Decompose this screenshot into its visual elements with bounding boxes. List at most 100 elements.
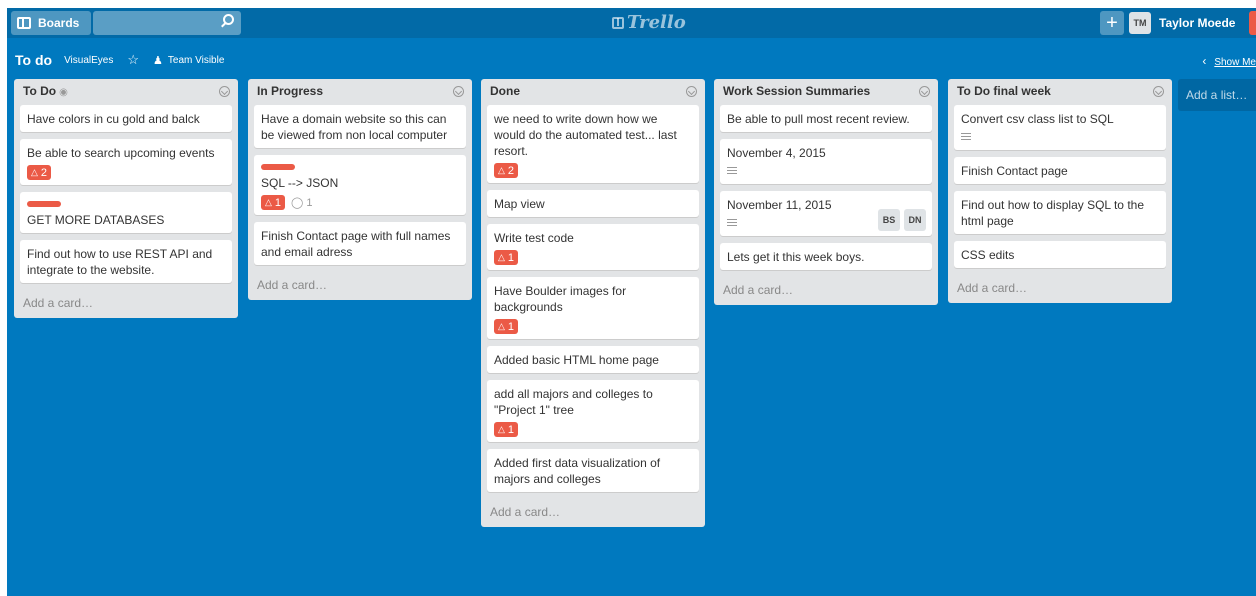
list-header[interactable]: Done [487,79,699,105]
add-button[interactable]: + [1100,11,1124,35]
card-title: Finish Contact page [961,164,1068,178]
card-title: GET MORE DATABASES [27,213,165,227]
list-title[interactable]: Done [490,84,520,98]
show-menu-link[interactable]: ‹ Show Me [1202,54,1256,68]
card[interactable]: GET MORE DATABASES [20,192,232,233]
card-title: Be able to pull most recent review. [727,112,910,126]
card-title: Be able to search upcoming events [27,146,215,160]
list-menu-icon[interactable] [453,86,464,97]
top-header: Boards Trello + TM Taylor Moede [7,8,1256,38]
comment-count: 1 [306,197,313,209]
card[interactable]: add all majors and colleges to "Project … [487,380,699,442]
card-title: November 4, 2015 [727,146,826,160]
card[interactable]: Lets get it this week boys. [720,243,932,270]
description-icon [961,133,971,142]
list-header[interactable]: In Progress [254,79,466,105]
description-icon [727,167,737,176]
team-visibility[interactable]: Team Visible [168,55,225,66]
card-badges: △ 1 [494,250,692,265]
add-card-button[interactable]: Add a card… [954,275,1166,303]
card[interactable]: SQL --> JSON △ 1 ◯ 1 [254,155,466,215]
board-canvas: Boards Trello + TM Taylor Moede To do Vi… [7,8,1256,596]
card-title: Finish Contact page with full names and … [261,229,451,259]
card[interactable]: Map view [487,190,699,217]
due-badge: △ 1 [494,250,519,265]
card-title: Added basic HTML home page [494,353,659,367]
due-count: 1 [507,251,515,264]
card[interactable]: Be able to pull most recent review. [720,105,932,132]
card-title: add all majors and colleges to "Project … [494,387,653,417]
add-card-button[interactable]: Add a card… [254,272,466,300]
boards-button[interactable]: Boards [11,11,91,35]
star-icon[interactable]: ☆ [127,52,139,68]
chevron-left-icon: ‹ [1202,54,1207,68]
card-label [261,164,295,170]
description-icon [727,219,737,228]
due-badge: △ 1 [494,422,519,437]
card-title: Have a domain website so this can be vie… [261,112,448,142]
member-avatar[interactable]: BS [878,209,900,231]
card[interactable]: CSS edits [954,241,1166,268]
card[interactable]: Find out how to use REST API and integra… [20,240,232,283]
card-title: Find out how to use REST API and integra… [27,247,213,277]
board-org[interactable]: VisualEyes [64,55,113,66]
due-badge: △ 1 [261,195,286,210]
list-menu-icon[interactable] [1153,86,1164,97]
search-icon[interactable] [223,14,234,25]
list: Work Session Summaries Be able to pull mo… [714,79,938,305]
add-card-button[interactable]: Add a card… [487,499,699,527]
card[interactable]: Have colors in cu gold and balck [20,105,232,132]
board-header: To do VisualEyes ☆ ♟ Team Visible ‹ Show … [7,48,1256,72]
list-menu-icon[interactable] [219,86,230,97]
card-badges: △ 1 [494,319,692,334]
card[interactable]: November 11, 2015 BS DN [720,191,932,236]
trello-logo[interactable]: Trello [612,12,686,33]
card[interactable]: Finish Contact page [954,157,1166,184]
list-header[interactable]: Work Session Summaries [720,79,932,105]
add-card-button[interactable]: Add a card… [720,277,932,305]
card[interactable]: Added basic HTML home page [487,346,699,373]
card[interactable]: Finish Contact page with full names and … [254,222,466,265]
bell-icon: △ [498,424,505,434]
due-count: 1 [507,320,515,333]
card[interactable]: Have Boulder images for backgrounds △ 1 [487,277,699,339]
list-header[interactable]: To Do final week [954,79,1166,105]
card-badges: △ 2 [494,163,692,178]
list-header[interactable]: To Do ◉ [20,79,232,105]
member-avatar[interactable]: DN [904,209,926,231]
notifications-button[interactable] [1249,11,1256,35]
card[interactable]: Added first data visualization of majors… [487,449,699,492]
list: To Do ◉ Have colors in cu gold and balck Be… [14,79,238,318]
board-title[interactable]: To do [15,52,52,68]
card[interactable]: Find out how to display SQL to the html … [954,191,1166,234]
card[interactable]: Have a domain website so this can be vie… [254,105,466,148]
list-title[interactable]: In Progress [257,84,323,98]
add-card-button[interactable]: Add a card… [20,290,232,318]
card[interactable]: November 4, 2015 [720,139,932,184]
due-badge: △ 2 [494,163,519,178]
boards-label: Boards [38,16,80,30]
card[interactable]: Convert csv class list to SQL [954,105,1166,150]
search-input[interactable] [93,11,241,35]
due-badge: △ 1 [494,319,519,334]
card[interactable]: Write test code △ 1 [487,224,699,270]
card-badges: △ 1 [494,422,692,437]
due-count: 2 [40,166,48,179]
bell-icon: △ [265,197,272,207]
list-menu-icon[interactable] [686,86,697,97]
add-list-button[interactable]: Add a list… [1178,79,1256,111]
card-title: Find out how to display SQL to the html … [961,198,1144,228]
due-badge: △ 2 [27,165,52,180]
list-title[interactable]: Work Session Summaries [723,84,870,98]
card[interactable]: Be able to search upcoming events △ 2 [20,139,232,185]
card-title: Lets get it this week boys. [727,250,865,264]
list: In Progress Have a domain website so this… [248,79,472,300]
card[interactable]: we need to write down how we would do th… [487,105,699,183]
list-menu-icon[interactable] [919,86,930,97]
member-menu[interactable]: TM Taylor Moede [1129,11,1235,35]
bell-icon: △ [31,167,38,177]
list-title[interactable]: To Do final week [957,84,1051,98]
list-title[interactable]: To Do [23,84,56,98]
list: Done we need to write down how we would d… [481,79,705,527]
due-count: 1 [274,196,282,209]
